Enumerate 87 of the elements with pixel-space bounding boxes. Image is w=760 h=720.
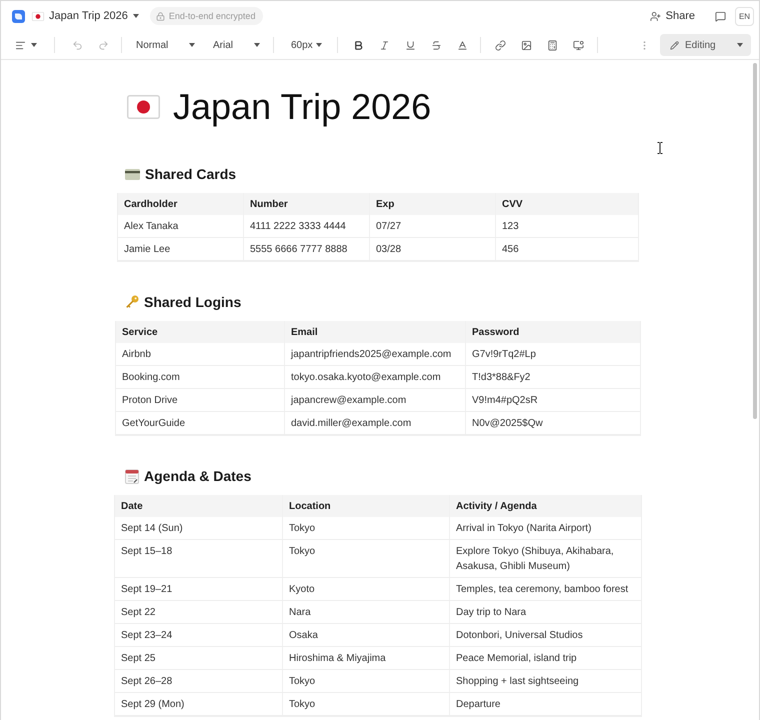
table-cell: Tokyo xyxy=(283,540,450,577)
align-left-icon[interactable] xyxy=(15,40,26,50)
scrollbar-thumb[interactable] xyxy=(753,63,757,419)
editing-mode-button[interactable]: Editing xyxy=(660,34,751,56)
table-cell: Tokyo xyxy=(283,693,450,715)
table-cell-text: Departure xyxy=(455,698,502,712)
table-cell-text: Dotonbori, Universal Studios xyxy=(455,629,584,643)
link-icon[interactable] xyxy=(495,40,506,50)
table-cell: Proton Drive xyxy=(116,389,285,411)
table-cell: Airbnb xyxy=(116,343,285,365)
table-cell: Kyoto xyxy=(283,578,450,600)
image-icon[interactable] xyxy=(521,40,532,50)
text-color-icon[interactable] xyxy=(457,40,468,50)
table-cell: Jamie Lee xyxy=(118,238,244,260)
table-cell: Booking.com xyxy=(116,366,285,388)
table-cell-text: 123 xyxy=(501,220,520,234)
table-cell: japantripfriends2025@example.com xyxy=(285,343,466,365)
table-cell-text: V9!m4#pQ2sR xyxy=(471,394,539,408)
table-cell: 03/28 xyxy=(370,238,496,260)
block-style-dropdown[interactable]: Normal xyxy=(136,40,195,50)
calculator-icon[interactable] xyxy=(547,40,558,50)
calendar-icon xyxy=(125,468,139,484)
language-button[interactable]: EN xyxy=(735,6,754,26)
section-heading: Shared Logins xyxy=(144,293,242,312)
table-cell-text: T!d3*88&Fy2 xyxy=(471,371,532,385)
text-cursor-icon xyxy=(657,142,663,154)
font-size-dropdown[interactable]: 60px xyxy=(291,40,322,50)
section-heading: Agenda & Dates xyxy=(144,467,252,486)
comment-icon[interactable] xyxy=(715,10,726,22)
italic-icon[interactable] xyxy=(379,40,390,50)
column-header: Password xyxy=(471,326,520,340)
japan-flag-icon xyxy=(32,12,44,20)
table-cell-text: Day trip to Nara xyxy=(455,606,528,620)
caret-icon xyxy=(189,43,195,47)
table-cell: Sept 19–21 xyxy=(115,578,283,600)
table-cell: Sept 14 (Sun) xyxy=(115,517,283,539)
caret-icon xyxy=(132,14,139,18)
table-cell: Sept 25 xyxy=(115,647,283,669)
caret-icon xyxy=(254,43,260,47)
table-cell: Sept 29 (Mon) xyxy=(115,693,283,715)
table-cell-text: Peace Memorial, island trip xyxy=(455,652,578,666)
table-cell: Osaka xyxy=(283,624,450,646)
document-title: Japan Trip 2026 xyxy=(173,86,432,128)
add-person-icon xyxy=(650,10,661,22)
table-cell: 4111 2222 3333 4444 xyxy=(244,215,370,237)
lock-icon xyxy=(156,12,165,20)
table-cell: Nara xyxy=(283,601,450,623)
screen-icon[interactable] xyxy=(573,40,584,50)
table-cell: Alex Tanaka xyxy=(118,215,244,237)
table-cell: GetYourGuide xyxy=(116,412,285,434)
column-header: Activity / Agenda xyxy=(455,500,538,514)
document-title-button[interactable]: Japan Trip 2026 xyxy=(30,8,141,24)
underline-icon[interactable] xyxy=(405,40,416,50)
japan-flag-icon xyxy=(127,95,160,119)
caret-icon xyxy=(31,43,37,47)
table-cell-text: Temples, tea ceremony, bamboo forest xyxy=(455,583,630,597)
table-cell-text: 456 xyxy=(501,243,520,257)
table-cell-text: Arrival in Tokyo (Narita Airport) xyxy=(455,522,592,536)
credit-card-icon xyxy=(125,168,140,180)
pencil-icon xyxy=(670,40,679,50)
bold-icon[interactable] xyxy=(353,40,364,50)
table-cell-text: G7v!9rTq2#Lp xyxy=(471,348,537,362)
table-cell: japancrew@example.com xyxy=(285,389,466,411)
table-cell: Hiroshima & Miyajima xyxy=(283,647,450,669)
table-cell: 07/27 xyxy=(370,215,496,237)
table-cell: 5555 6666 7777 8888 xyxy=(244,238,370,260)
table-cell: tokyo.osaka.kyoto@example.com xyxy=(285,366,466,388)
share-button[interactable]: Share xyxy=(648,8,697,24)
font-dropdown[interactable]: Arial xyxy=(213,40,260,50)
table-cell-text: Shopping + last sightseeing xyxy=(455,675,580,689)
table-cell: Sept 22 xyxy=(115,601,283,623)
table-cell: Sept 23–24 xyxy=(115,624,283,646)
table-cell: Tokyo xyxy=(283,517,450,539)
key-icon xyxy=(125,295,139,309)
table-cell-text: Explore Tokyo (Shibuya, Akihabara, Asakusa, Ghibli Museum) xyxy=(455,545,615,574)
table-cell: Sept 26–28 xyxy=(115,670,283,692)
table-cell-text: N0v@2025$Qw xyxy=(471,417,544,431)
table-cell: david.miller@example.com xyxy=(285,412,466,434)
app-logo-icon xyxy=(12,10,25,22)
table-cell: Tokyo xyxy=(283,670,450,692)
table-cell: Sept 15–18 xyxy=(115,540,283,577)
caret-icon xyxy=(737,43,743,47)
section-heading: Shared Cards xyxy=(145,165,236,184)
strikethrough-icon[interactable] xyxy=(431,40,442,50)
encryption-label: End-to-end encrypted xyxy=(168,11,256,21)
caret-icon xyxy=(316,43,322,47)
column-header: CVV xyxy=(501,198,524,212)
